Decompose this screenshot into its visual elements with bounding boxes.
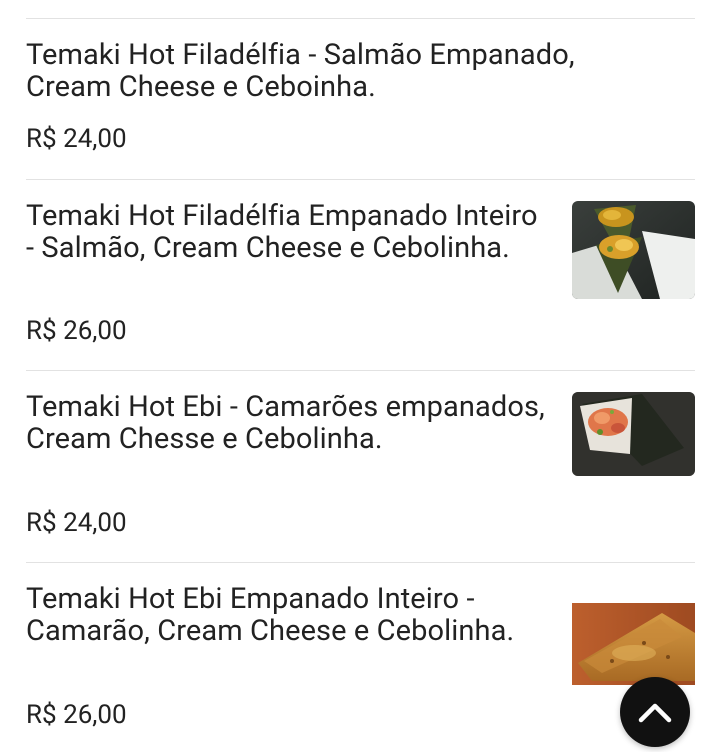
item-price: R$ 24,00 (26, 124, 127, 154)
breaded-shrimp-temaki-photo[interactable] (572, 603, 695, 685)
item-name: Temaki Hot Ebi - Camarões empanados, Cre… (26, 390, 545, 456)
item-name: Temaki Hot Ebi Empanado Inteiro - Camarã… (26, 582, 515, 648)
menu-list: Temaki Hot Filadélfia - Salmão Empanado,… (26, 18, 695, 752)
item-price: R$ 24,00 (26, 508, 127, 538)
menu-item[interactable]: Temaki Hot Ebi Empanado Inteiro - Camarã… (26, 562, 695, 752)
scroll-to-top-button[interactable] (620, 677, 690, 747)
item-price: R$ 26,00 (26, 316, 127, 346)
chevron-up-icon (638, 701, 672, 723)
temaki-salmon-cone-photo[interactable] (572, 201, 695, 299)
item-name: Temaki Hot Filadélfia Empanado Inteiro -… (26, 199, 538, 265)
menu-item[interactable]: Temaki Hot Filadélfia Empanado Inteiro -… (26, 179, 695, 370)
temaki-shrimp-cone-photo[interactable] (572, 392, 695, 476)
item-price: R$ 26,00 (26, 700, 127, 730)
menu-item[interactable]: Temaki Hot Ebi - Camarões empanados, Cre… (26, 370, 695, 562)
menu-item[interactable]: Temaki Hot Filadélfia - Salmão Empanado,… (26, 18, 695, 179)
item-name: Temaki Hot Filadélfia - Salmão Empanado,… (26, 38, 575, 104)
